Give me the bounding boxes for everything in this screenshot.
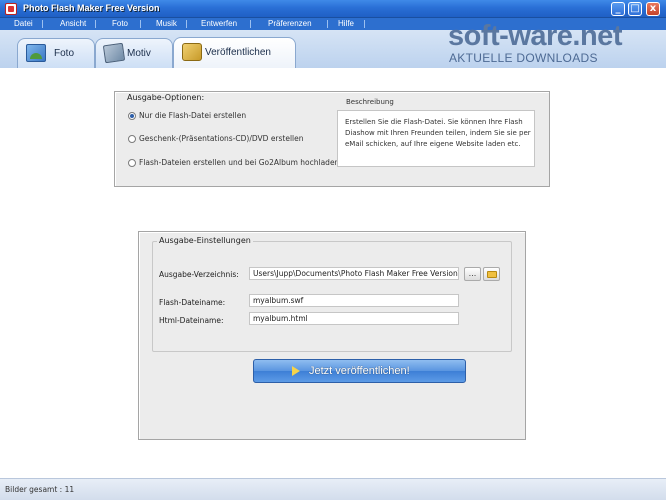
menu-datei[interactable]: Datei [14, 18, 33, 30]
output-options-panel: Ausgabe-Optionen: Nur die Flash-Datei er… [114, 91, 550, 187]
title-bar: Photo Flash Maker Free Version _ □ x [0, 0, 666, 18]
menu-separator [364, 20, 365, 28]
menu-separator [186, 20, 187, 28]
description-line: eMail schicken, auf Ihre eigene Website … [345, 140, 521, 148]
description-line: Diashow mit Ihren Freunden teilen, indem… [345, 129, 531, 137]
directory-field[interactable]: Users\Jupp\Documents\Photo Flash Maker F… [249, 267, 459, 280]
menu-separator [95, 20, 96, 28]
menu-entwerfen[interactable]: Entwerfen [201, 18, 237, 30]
menu-hilfe[interactable]: Hilfe [338, 18, 354, 30]
browse-button[interactable]: ... [464, 267, 481, 281]
menu-musik[interactable]: Musik [156, 18, 177, 30]
radio-go2album-label[interactable]: Flash-Dateien erstellen und bei Go2Album… [139, 158, 339, 167]
tab-foto[interactable]: Foto [17, 38, 95, 68]
status-bar: Bilder gesamt : 11 [0, 478, 666, 500]
tab-motiv[interactable]: Motiv [95, 38, 173, 68]
motiv-icon [102, 42, 126, 64]
window-title: Photo Flash Maker Free Version [23, 3, 160, 13]
radio-flash-only-label[interactable]: Nur die Flash-Datei erstellen [139, 111, 246, 120]
maximize-button[interactable]: □ [628, 2, 642, 16]
tab-veroeffentlichen[interactable]: Veröffentlichen [173, 37, 296, 68]
menu-separator [42, 20, 43, 28]
menu-foto[interactable]: Foto [112, 18, 128, 30]
menu-ansicht[interactable]: Ansicht [60, 18, 86, 30]
menu-separator [140, 20, 141, 28]
photo-icon [26, 44, 46, 62]
output-settings-panel: Ausgabe-Einstellungen Ausgabe-Verzeichni… [138, 231, 526, 440]
description-box: Beschreibung Erstellen Sie die Flash-Dat… [337, 97, 535, 167]
watermark-brand: soft-ware.net [448, 20, 622, 52]
publish-icon [182, 43, 202, 61]
menu-separator [250, 20, 251, 28]
description-heading: Beschreibung [344, 97, 396, 108]
watermark-subtitle: AKTUELLE DOWNLOADS [449, 51, 598, 65]
tab-veroeffentlichen-label: Veröffentlichen [205, 47, 271, 58]
flash-filename-label: Flash-Dateiname: [159, 298, 226, 307]
output-settings-legend: Ausgabe-Einstellungen [157, 236, 253, 245]
radio-gift-cd[interactable] [128, 135, 136, 143]
open-folder-button[interactable] [483, 267, 500, 281]
directory-label: Ausgabe-Verzeichnis: [159, 270, 239, 279]
menu-separator [327, 20, 328, 28]
tab-motiv-label: Motiv [127, 48, 151, 59]
html-filename-label: Html-Dateiname: [159, 316, 224, 325]
close-button[interactable]: x [646, 2, 660, 16]
publish-button[interactable]: Jetzt veröffentlichen! [253, 359, 466, 383]
radio-gift-cd-label[interactable]: Geschenk-(Präsentations-CD)/DVD erstelle… [139, 134, 304, 143]
main-area: Ausgabe-Optionen: Nur die Flash-Datei er… [0, 68, 666, 478]
menu-praeferenzen[interactable]: Präferenzen [268, 18, 312, 30]
flash-filename-field[interactable]: myalbum.swf [249, 294, 459, 307]
radio-flash-only[interactable] [128, 112, 136, 120]
tab-foto-label: Foto [54, 48, 75, 59]
publish-button-label: Jetzt veröffentlichen! [309, 365, 410, 377]
folder-icon [487, 271, 497, 278]
html-filename-field[interactable]: myalbum.html [249, 312, 459, 325]
output-options-legend: Ausgabe-Optionen: [125, 93, 207, 102]
app-icon [5, 3, 17, 15]
play-icon [292, 366, 300, 376]
status-image-count: Bilder gesamt : 11 [5, 485, 75, 494]
description-line: Erstellen Sie die Flash-Datei. Sie könne… [345, 118, 523, 126]
radio-go2album[interactable] [128, 159, 136, 167]
minimize-button[interactable]: _ [611, 2, 625, 16]
